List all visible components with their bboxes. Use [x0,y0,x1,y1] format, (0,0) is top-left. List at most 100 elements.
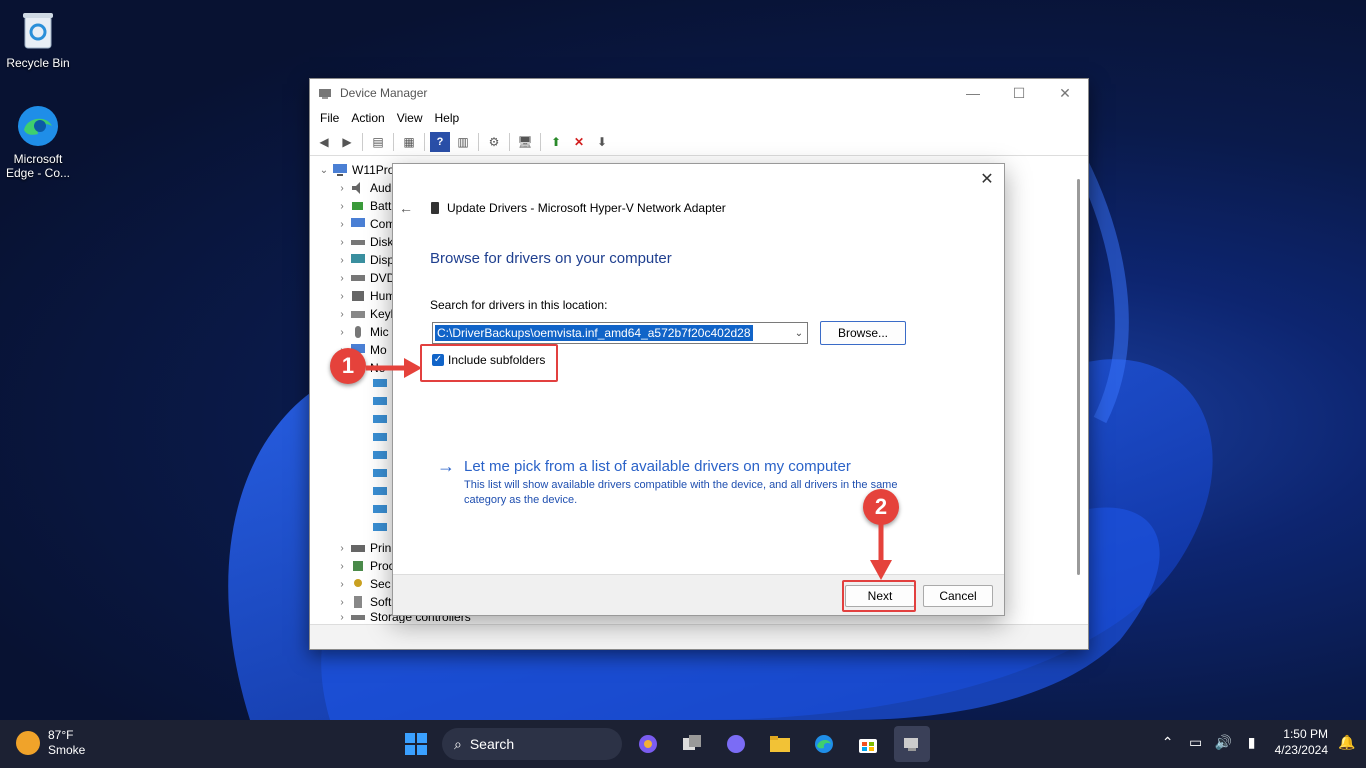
back-icon[interactable]: ◀ [314,132,334,152]
tree-item[interactable]: › Disk [336,233,393,251]
dialog-title: Update Drivers - Microsoft Hyper-V Netwo… [431,201,726,215]
tree-item[interactable]: › Soft [336,593,391,611]
add-driver-icon[interactable]: ⬆ [546,132,566,152]
close-button[interactable]: ✕ [1042,79,1088,107]
close-icon[interactable]: ✕ [976,168,998,190]
menu-view[interactable]: View [391,111,429,125]
update-drivers-dialog: ✕ ← Update Drivers - Microsoft Hyper-V N… [392,163,1005,616]
chevron-right-icon[interactable]: › [336,543,348,554]
toolbar: ◀ ▶ ▤ ▦ ? ▥ ⚙ 🖥 ⬆ ✕ ⬇ [310,129,1088,156]
properties-icon[interactable]: ▦ [399,132,419,152]
cancel-button[interactable]: Cancel [923,585,993,607]
driver-path-value[interactable]: C:\DriverBackups\oemvista.inf_amd64_a572… [435,325,753,341]
task-view-icon[interactable] [674,726,710,762]
processor-icon [353,561,363,571]
tree-item[interactable]: › Com [336,215,395,233]
chevron-right-icon[interactable]: › [336,183,348,194]
action-pane-icon[interactable]: ▥ [453,132,473,152]
minimize-button[interactable]: — [950,79,996,107]
tree-item[interactable]: › Hum [336,287,395,305]
chevron-up-icon[interactable]: ⌃ [1159,734,1177,751]
chevron-right-icon[interactable]: › [336,309,348,320]
edge-taskbar-icon[interactable] [806,726,842,762]
scan-hardware-icon[interactable]: 🖥 [515,132,535,152]
tree-item-label: Sec [370,577,391,591]
chevron-right-icon[interactable]: › [336,561,348,572]
forward-icon[interactable]: ▶ [337,132,357,152]
desktop-icon-recycle-bin[interactable]: Recycle Bin [0,8,76,70]
chevron-right-icon[interactable]: › [336,273,348,284]
computer-icon [333,164,347,176]
title-bar[interactable]: Device Manager — ☐ ✕ [310,79,1088,107]
battery-icon[interactable]: ▮ [1243,734,1261,751]
tree-item[interactable]: › Sec [336,575,391,593]
desktop-icon-label: Microsoft Edge - Co... [5,152,71,180]
desktop-icon-edge[interactable]: Microsoft Edge - Co... [0,104,76,180]
store-icon[interactable] [850,726,886,762]
chevron-right-icon[interactable]: › [336,327,348,338]
tree-item[interactable]: › Audi [336,179,394,197]
tree-item[interactable]: › Mic [336,323,389,341]
notification-bell-icon[interactable]: 🔔 [1338,734,1356,751]
search-icon: ⌕ [454,735,462,752]
menu-help[interactable]: Help [429,111,466,125]
volume-icon[interactable]: 🔊 [1215,734,1233,751]
tree-item-label: Proc [370,559,395,573]
chevron-right-icon[interactable]: › [336,219,348,230]
tree-item-label: Mic [370,325,389,339]
tree-root[interactable]: ⌄ W11Pro [318,161,395,179]
pick-from-list-link[interactable]: Let me pick from a list of available dri… [464,458,851,475]
tree-item[interactable]: › Proc [336,557,395,575]
maximize-button[interactable]: ☐ [996,79,1042,107]
chevron-right-icon[interactable]: › [336,237,348,248]
chat-icon[interactable] [718,726,754,762]
weather-icon [16,731,40,755]
update-driver-icon[interactable]: ⚙ [484,132,504,152]
taskbar-search[interactable]: ⌕ Search [442,728,622,760]
arrow-right-icon[interactable]: → [437,456,455,477]
browse-button[interactable]: Browse... [820,321,906,345]
tree-item[interactable]: › Prin [336,539,391,557]
network-icon[interactable]: ▭ [1187,734,1205,751]
chevron-down-icon[interactable]: ⌄ [318,165,330,176]
uninstall-icon[interactable]: ✕ [569,132,589,152]
network-adapter-icons [373,379,387,531]
tree-item[interactable]: › DVD [336,269,395,287]
chevron-right-icon[interactable]: › [336,255,348,266]
chevron-right-icon[interactable]: › [336,597,348,608]
file-explorer-icon[interactable] [762,726,798,762]
tree-item-label: Prin [370,541,392,555]
device-manager-taskbar-icon[interactable] [894,726,930,762]
tree-item[interactable]: › Disp [336,251,394,269]
help-icon[interactable]: ? [430,132,450,152]
menu-action[interactable]: Action [345,111,390,125]
chevron-right-icon[interactable]: › [336,201,348,212]
chevron-down-icon[interactable]: ⌄ [791,328,807,339]
tree-item[interactable]: › Batt [336,197,391,215]
menu-file[interactable]: File [314,111,345,125]
scrollbar[interactable] [1077,179,1080,575]
step-badge-1: 1 [330,348,366,384]
chevron-right-icon[interactable]: › [336,612,348,623]
driver-path-combobox[interactable]: C:\DriverBackups\oemvista.inf_amd64_a572… [432,322,808,344]
console-tree-icon[interactable]: ▤ [368,132,388,152]
dialog-title-text: Update Drivers - Microsoft Hyper-V Netwo… [447,201,726,215]
pick-from-list-description: This list will show available drivers co… [464,479,898,506]
toolbar-separator [424,133,425,151]
network-adapter-icon [431,202,439,214]
windows-icon [405,733,427,755]
weather-widget[interactable]: 87°F Smoke [16,728,85,758]
tree-item[interactable]: › Keyb [336,305,397,323]
chevron-right-icon[interactable]: › [336,579,348,590]
tree-item-label: Soft [370,595,392,609]
clock[interactable]: 1:50 PM 4/23/2024 [1275,726,1328,758]
software-icon [354,596,362,608]
audio-icon [352,182,360,194]
start-button[interactable] [398,726,434,762]
clock-date: 4/23/2024 [1274,743,1328,757]
toolbar-separator [393,133,394,151]
copilot-icon[interactable] [630,726,666,762]
download-icon[interactable]: ⬇ [592,132,612,152]
back-arrow-icon[interactable]: ← [399,200,413,216]
chevron-right-icon[interactable]: › [336,291,348,302]
